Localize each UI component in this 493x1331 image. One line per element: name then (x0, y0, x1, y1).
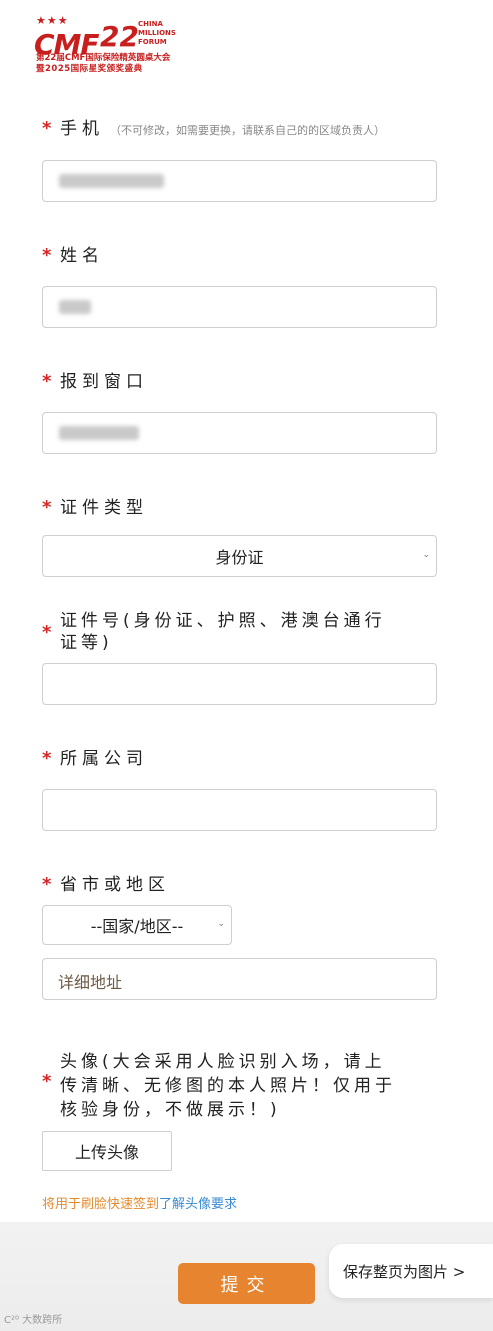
required-marker: * (42, 245, 52, 266)
save-page-as-image-button[interactable]: 保存整页为图片 > (329, 1244, 493, 1298)
required-marker: * (42, 622, 52, 643)
required-marker: * (42, 371, 52, 392)
phone-hint: （不可修改，如需要更换，请联系自己的的区域负责人） (110, 124, 385, 137)
logo-stars: ★★★ (36, 14, 69, 27)
id-number-label: 证件号(身份证、护照、港澳台通行 证等) (60, 611, 386, 653)
name-field[interactable] (42, 286, 437, 328)
phone-field[interactable] (42, 160, 437, 202)
region-label: 省市或地区 (60, 875, 170, 895)
company-label: 所属公司 (60, 749, 148, 769)
chevron-down-icon: ⌄ (422, 550, 430, 560)
address-placeholder: 详细地址 (58, 973, 123, 992)
avatar-note: 将用于刷脸快速签到了解头像要求 (42, 1193, 237, 1212)
country-region-selected: --国家/地区-- (90, 917, 184, 936)
required-marker: * (42, 874, 52, 895)
id-type-label: 证件类型 (60, 498, 148, 518)
upload-avatar-button[interactable]: 上传头像 (42, 1131, 172, 1171)
id-number-field[interactable] (42, 663, 437, 705)
name-label: 姓名 (60, 246, 104, 266)
chevron-down-icon: ⌄ (217, 919, 225, 929)
required-marker: * (42, 1071, 52, 1092)
required-marker: * (42, 748, 52, 769)
avatar-requirements-link[interactable]: 了解头像要求 (159, 1197, 237, 1212)
required-marker: * (42, 497, 52, 518)
address-field[interactable]: 详细地址 (42, 958, 437, 1000)
phone-label: 手机 （不可修改，如需要更换，请联系自己的的区域负责人） (60, 119, 385, 139)
watermark: C²⁰ 大数跨所 (4, 1315, 63, 1326)
id-type-selected: 身份证 (215, 548, 264, 567)
avatar-label: 头像(大会采用人脸识别入场，请上 传清晰、无修图的本人照片！仅用于 核验身份，不… (60, 1052, 396, 1120)
redacted-phone-value (59, 174, 164, 188)
redacted-name-value (59, 300, 91, 314)
required-marker: * (42, 118, 52, 139)
avatar-note-text: 将用于刷脸快速签到 (42, 1197, 160, 1212)
logo-english: CHINA MILLIONS FORUM (138, 20, 176, 46)
event-logo: ★★★ CMF 22 CHINA MILLIONS FORUM 第22届CMF国… (34, 14, 184, 74)
submit-button[interactable]: 提交 (178, 1263, 315, 1304)
redacted-window-value (59, 426, 139, 440)
logo-subtitle-2: 暨2025国际星奖颁奖盛典 (36, 64, 143, 74)
checkin-window-label: 报到窗口 (60, 372, 148, 392)
id-type-select[interactable]: 身份证 ⌄ (42, 535, 437, 577)
company-field[interactable] (42, 789, 437, 831)
logo-edition-number: 22 (100, 20, 139, 53)
country-region-select[interactable]: --国家/地区-- ⌄ (42, 905, 232, 945)
checkin-window-field[interactable] (42, 412, 437, 454)
